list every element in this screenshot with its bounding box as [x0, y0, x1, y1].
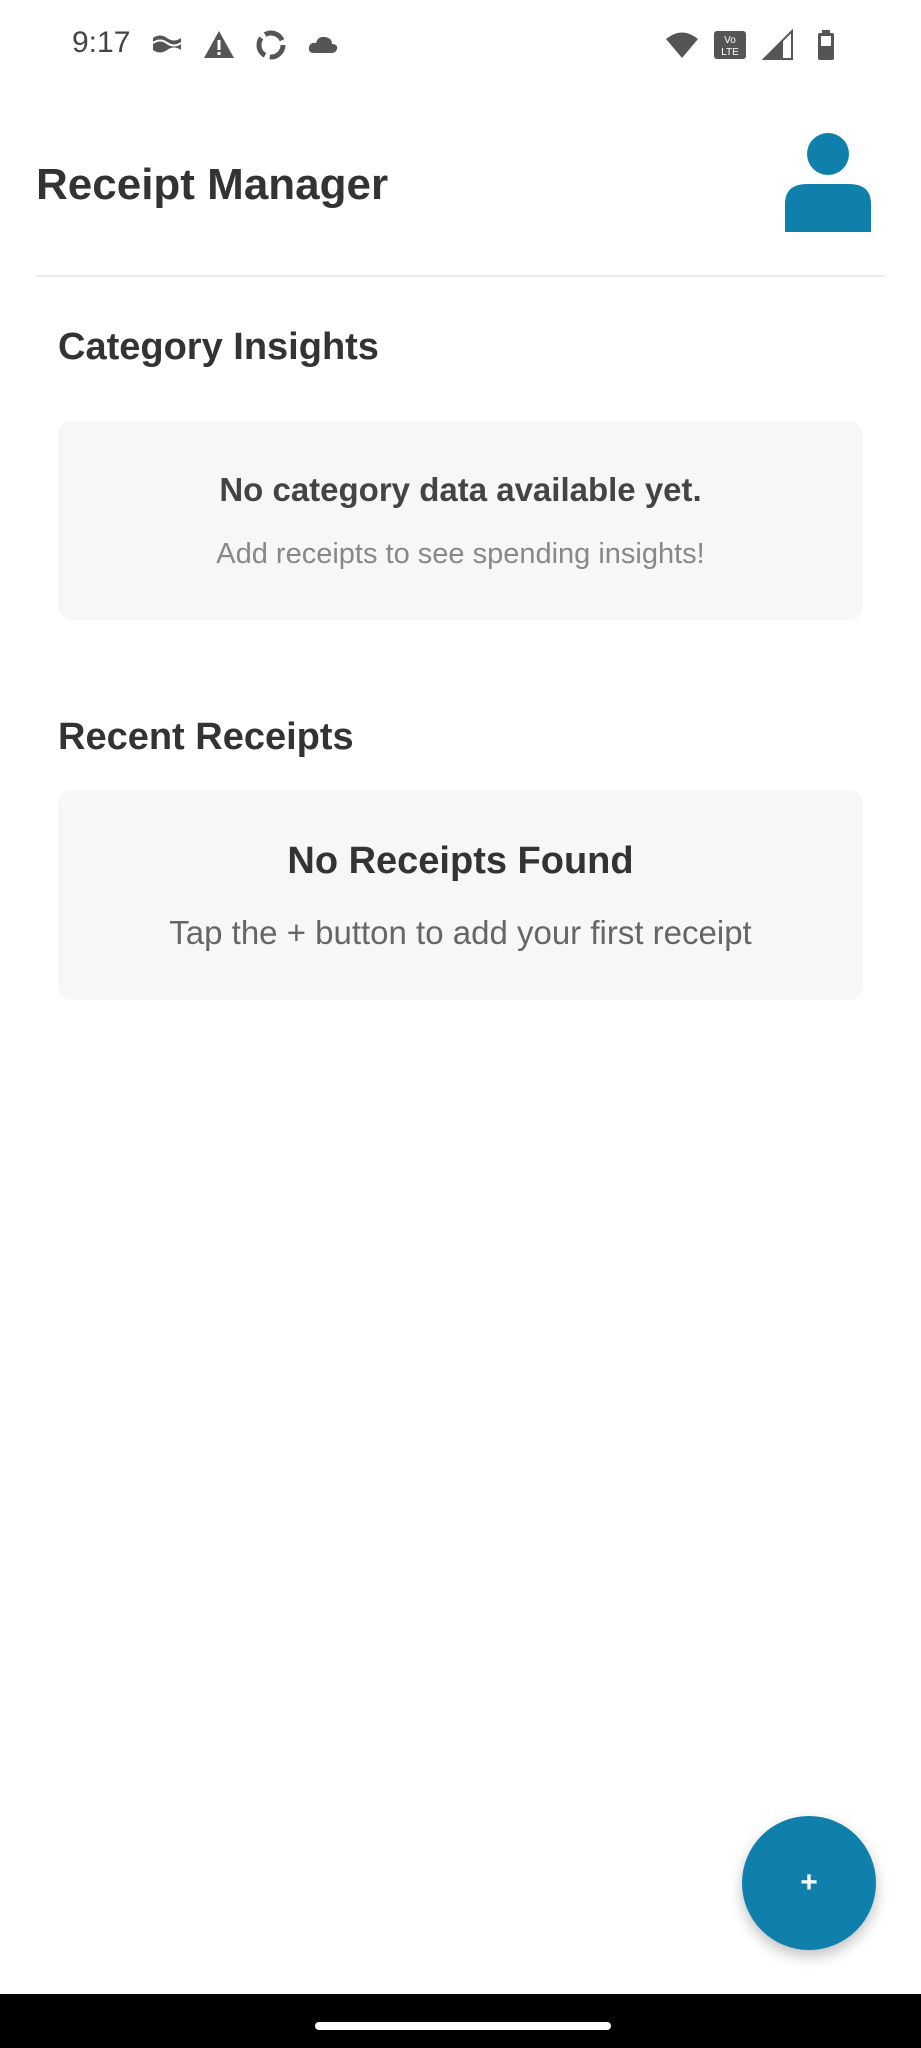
navigation-bar	[0, 1994, 921, 2048]
svg-text:LTE: LTE	[721, 47, 739, 58]
sync-icon	[256, 30, 286, 60]
receipts-empty-card: No Receipts Found Tap the + button to ad…	[58, 790, 863, 1000]
page-title: Receipt Manager	[36, 160, 389, 209]
receipts-section-title: Recent Receipts	[58, 716, 354, 758]
insights-section-title: Category Insights	[58, 326, 379, 368]
add-receipt-button[interactable]: +	[742, 1816, 876, 1950]
home-indicator[interactable]	[315, 2022, 611, 2030]
person-icon[interactable]	[783, 132, 873, 232]
insights-empty-title: No category data available yet.	[219, 471, 702, 508]
receipts-empty-subtitle: Tap the + button to add your first recei…	[169, 914, 752, 951]
insights-empty-subtitle: Add receipts to see spending insights!	[216, 538, 705, 570]
svg-text:Vo: Vo	[724, 35, 736, 46]
wifi-icon	[666, 32, 698, 58]
flag-icon	[152, 35, 182, 53]
signal-icon	[761, 28, 793, 60]
status-icons-right: Vo LTE	[665, 28, 843, 62]
battery-icon	[818, 30, 834, 60]
status-bar: 9:17 Vo LTE	[0, 0, 921, 90]
receipts-empty-title: No Receipts Found	[287, 840, 634, 882]
warning-icon	[204, 31, 234, 58]
app-header: Receipt Manager	[36, 120, 885, 277]
cloud-icon	[308, 36, 338, 53]
insights-empty-card: No category data available yet. Add rece…	[58, 421, 863, 620]
status-time: 9:17	[72, 26, 131, 59]
volte-icon: Vo LTE	[714, 31, 746, 59]
status-icons-left	[150, 28, 340, 62]
